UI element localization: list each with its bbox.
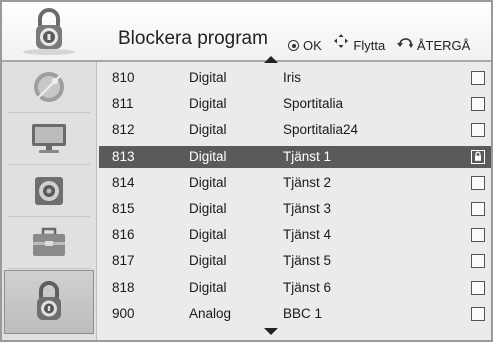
satellite-dish-icon: [34, 72, 64, 102]
ok-button-icon: [288, 40, 299, 52]
lock-icon: [37, 281, 61, 320]
channel-name: Tjänst 3: [283, 201, 332, 216]
lock-checkbox[interactable]: [471, 149, 485, 164]
sidebar-item-picture[interactable]: [8, 114, 90, 165]
channel-row[interactable]: 815 Digital Tjänst 3: [99, 198, 491, 220]
lock-checkbox[interactable]: [471, 71, 485, 85]
padlock-icon: [475, 151, 481, 161]
channel-name: Iris: [283, 70, 301, 85]
lock-checkbox[interactable]: [471, 280, 485, 295]
channel-row[interactable]: 816 Digital Tjänst 4: [99, 224, 491, 246]
legend-move-label: Flytta: [353, 38, 386, 54]
sidebar-item-setup[interactable]: [8, 218, 90, 269]
channel-name: Tjänst 1: [283, 148, 332, 164]
legend-ok-label: OK: [303, 38, 322, 54]
channel-list: 810 Digital Iris 811 Digital Sportitalia 812 Di…: [99, 56, 491, 340]
lock-checkbox[interactable]: [471, 306, 485, 321]
lock-icon: [23, 8, 75, 55]
channel-number: 818: [112, 279, 135, 295]
channel-row[interactable]: 810 Digital Iris: [99, 67, 491, 89]
channel-number: 812: [112, 122, 135, 138]
channel-number: 814: [112, 174, 135, 190]
channel-name: Tjänst 5: [283, 253, 332, 269]
navigate-arrows-icon: [334, 34, 349, 48]
channel-type: Digital: [189, 96, 227, 112]
lock-checkbox[interactable]: [471, 202, 485, 216]
channel-row[interactable]: 812 Digital Sportitalia24: [99, 119, 491, 141]
channel-name: Sportitalia24: [283, 122, 359, 138]
speaker-icon: [35, 177, 63, 205]
channel-type: Digital: [189, 70, 227, 85]
channel-number: 815: [112, 201, 135, 216]
channel-number: 900: [112, 305, 135, 321]
channel-type: Digital: [189, 227, 227, 243]
key-legend: OK Flytta ÅTERGÅ: [288, 33, 470, 53]
sidebar-item-lock[interactable]: [4, 270, 94, 334]
scroll-up-arrow-icon[interactable]: [264, 56, 278, 63]
channel-name: Tjänst 2: [283, 174, 332, 190]
header: Blockera program OK Flytta ÅTERGÅ: [2, 2, 491, 62]
channel-number: 816: [112, 227, 135, 243]
channel-name: Tjänst 6: [283, 279, 332, 295]
lock-checkbox[interactable]: [471, 97, 485, 112]
scroll-down-arrow-icon[interactable]: [264, 328, 278, 335]
lock-checkbox[interactable]: [471, 228, 485, 243]
channel-row[interactable]: 813 Digital Tjänst 1: [99, 145, 491, 168]
channel-type: Digital: [189, 148, 227, 164]
channel-number: 810: [112, 70, 135, 85]
channel-name: Tjänst 4: [283, 227, 332, 243]
lock-checkbox[interactable]: [471, 123, 485, 138]
channel-row[interactable]: 811 Digital Sportitalia: [99, 93, 491, 115]
channel-type: Digital: [189, 201, 227, 216]
tv-screen-icon: [32, 124, 66, 153]
channel-number: 813: [112, 148, 135, 164]
lock-checkbox[interactable]: [471, 254, 485, 269]
channel-row[interactable]: 817 Digital Tjänst 5: [99, 250, 491, 272]
channel-number: 811: [112, 96, 134, 112]
menu-window: Blockera program OK Flytta ÅTERGÅ 810 Di…: [0, 0, 493, 342]
channel-name: Sportitalia: [283, 96, 344, 112]
channel-type: Analog: [189, 305, 232, 321]
channel-row[interactable]: 900 Analog BBC 1: [99, 303, 491, 325]
channel-type: Digital: [189, 174, 227, 190]
channel-type: Digital: [189, 253, 227, 269]
sidebar-item-sound[interactable]: [8, 166, 90, 217]
page-title: Blockera program: [118, 28, 268, 49]
channel-row[interactable]: 818 Digital Tjänst 6: [99, 277, 491, 299]
channel-row[interactable]: 814 Digital Tjänst 2: [99, 172, 491, 194]
channel-type: Digital: [189, 279, 227, 295]
sidebar-item-channels[interactable]: [8, 62, 90, 113]
channel-number: 817: [112, 253, 135, 269]
toolbox-icon: [33, 227, 65, 256]
legend-back-label: ÅTERGÅ: [416, 38, 471, 54]
channel-name: BBC 1: [283, 305, 323, 321]
channel-type: Digital: [189, 122, 227, 138]
sidebar: [2, 62, 97, 340]
return-icon: [396, 38, 413, 48]
lock-checkbox[interactable]: [471, 175, 485, 190]
